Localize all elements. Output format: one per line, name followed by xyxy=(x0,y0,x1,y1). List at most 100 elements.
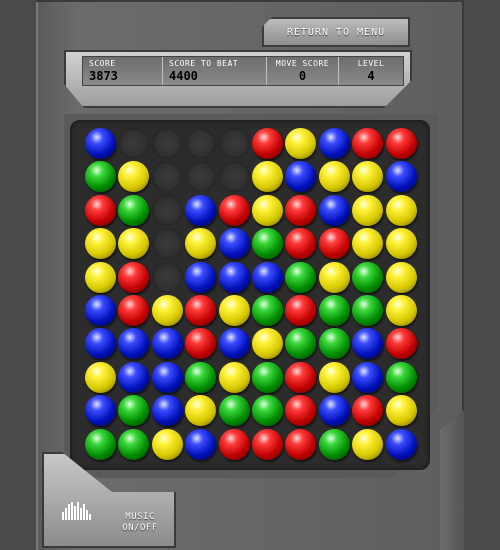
blue-ball[interactable] xyxy=(151,361,183,393)
blue-ball[interactable] xyxy=(185,428,217,460)
green-ball[interactable] xyxy=(251,395,283,427)
yellow-ball[interactable] xyxy=(251,161,283,193)
yellow-ball[interactable] xyxy=(385,294,417,326)
green-ball[interactable] xyxy=(352,294,384,326)
green-ball[interactable] xyxy=(352,261,384,293)
green-ball[interactable] xyxy=(85,428,116,460)
move-score-value: 0 xyxy=(298,69,307,83)
yellow-ball[interactable] xyxy=(285,128,317,159)
blue-ball[interactable] xyxy=(385,161,417,193)
yellow-ball[interactable] xyxy=(251,328,283,360)
green-ball[interactable] xyxy=(185,361,217,393)
yellow-ball[interactable] xyxy=(352,161,384,193)
red-ball[interactable] xyxy=(185,328,217,360)
score-value: 3873 xyxy=(89,69,118,83)
red-ball[interactable] xyxy=(318,228,350,260)
green-ball[interactable] xyxy=(118,428,150,460)
red-ball[interactable] xyxy=(285,361,317,393)
green-ball[interactable] xyxy=(85,161,116,193)
yellow-ball[interactable] xyxy=(85,361,116,393)
red-ball[interactable] xyxy=(85,194,116,226)
red-ball[interactable] xyxy=(118,294,150,326)
blue-ball[interactable] xyxy=(251,261,283,293)
blue-ball[interactable] xyxy=(85,328,116,360)
red-ball[interactable] xyxy=(352,395,384,427)
blue-ball[interactable] xyxy=(151,328,183,360)
green-ball[interactable] xyxy=(218,395,250,427)
red-ball[interactable] xyxy=(218,428,250,460)
red-ball[interactable] xyxy=(352,128,384,159)
red-ball[interactable] xyxy=(251,128,283,159)
yellow-ball[interactable] xyxy=(318,261,350,293)
green-ball[interactable] xyxy=(118,395,150,427)
red-ball[interactable] xyxy=(218,194,250,226)
blue-ball[interactable] xyxy=(352,328,384,360)
red-ball[interactable] xyxy=(185,294,217,326)
red-ball[interactable] xyxy=(285,395,317,427)
green-ball[interactable] xyxy=(318,328,350,360)
green-ball[interactable] xyxy=(285,261,317,293)
blue-ball[interactable] xyxy=(85,128,116,159)
yellow-ball[interactable] xyxy=(385,228,417,260)
empty-cell xyxy=(185,161,217,193)
empty-cell xyxy=(218,128,250,159)
green-ball[interactable] xyxy=(251,228,283,260)
yellow-ball[interactable] xyxy=(185,395,217,427)
yellow-ball[interactable] xyxy=(218,361,250,393)
yellow-ball[interactable] xyxy=(85,228,116,260)
yellow-ball[interactable] xyxy=(385,395,417,427)
score-label: SCORE xyxy=(89,59,116,68)
blue-ball[interactable] xyxy=(151,395,183,427)
red-ball[interactable] xyxy=(118,261,150,293)
red-ball[interactable] xyxy=(285,194,317,226)
yellow-ball[interactable] xyxy=(352,194,384,226)
blue-ball[interactable] xyxy=(352,361,384,393)
blue-ball[interactable] xyxy=(285,161,317,193)
green-ball[interactable] xyxy=(251,294,283,326)
green-ball[interactable] xyxy=(251,361,283,393)
blue-ball[interactable] xyxy=(218,228,250,260)
blue-ball[interactable] xyxy=(318,395,350,427)
yellow-ball[interactable] xyxy=(118,228,150,260)
yellow-ball[interactable] xyxy=(118,161,150,193)
blue-ball[interactable] xyxy=(318,194,350,226)
green-ball[interactable] xyxy=(285,328,317,360)
yellow-ball[interactable] xyxy=(385,261,417,293)
blue-ball[interactable] xyxy=(85,395,116,427)
return-to-menu-button[interactable]: RETURN TO MENU xyxy=(262,17,410,47)
yellow-ball[interactable] xyxy=(218,294,250,326)
red-ball[interactable] xyxy=(285,294,317,326)
green-ball[interactable] xyxy=(318,294,350,326)
blue-ball[interactable] xyxy=(118,361,150,393)
green-ball[interactable] xyxy=(318,428,350,460)
level-value: 4 xyxy=(367,69,375,83)
yellow-ball[interactable] xyxy=(185,228,217,260)
red-ball[interactable] xyxy=(251,428,283,460)
red-ball[interactable] xyxy=(285,228,317,260)
yellow-ball[interactable] xyxy=(151,428,183,460)
yellow-ball[interactable] xyxy=(85,261,116,293)
yellow-ball[interactable] xyxy=(318,361,350,393)
blue-ball[interactable] xyxy=(85,294,116,326)
red-ball[interactable] xyxy=(385,328,417,360)
blue-ball[interactable] xyxy=(385,428,417,460)
score-cell: SCORE 3873 xyxy=(83,57,163,85)
blue-ball[interactable] xyxy=(218,328,250,360)
yellow-ball[interactable] xyxy=(251,194,283,226)
green-ball[interactable] xyxy=(118,194,150,226)
red-ball[interactable] xyxy=(385,128,417,159)
yellow-ball[interactable] xyxy=(352,428,384,460)
blue-ball[interactable] xyxy=(118,328,150,360)
yellow-ball[interactable] xyxy=(151,294,183,326)
blue-ball[interactable] xyxy=(185,194,217,226)
yellow-ball[interactable] xyxy=(318,161,350,193)
green-ball[interactable] xyxy=(385,361,417,393)
blue-ball[interactable] xyxy=(185,261,217,293)
yellow-ball[interactable] xyxy=(385,194,417,226)
yellow-ball[interactable] xyxy=(352,228,384,260)
empty-cell xyxy=(151,228,183,260)
empty-cell xyxy=(118,128,150,159)
blue-ball[interactable] xyxy=(318,128,350,159)
red-ball[interactable] xyxy=(285,428,317,460)
blue-ball[interactable] xyxy=(218,261,250,293)
